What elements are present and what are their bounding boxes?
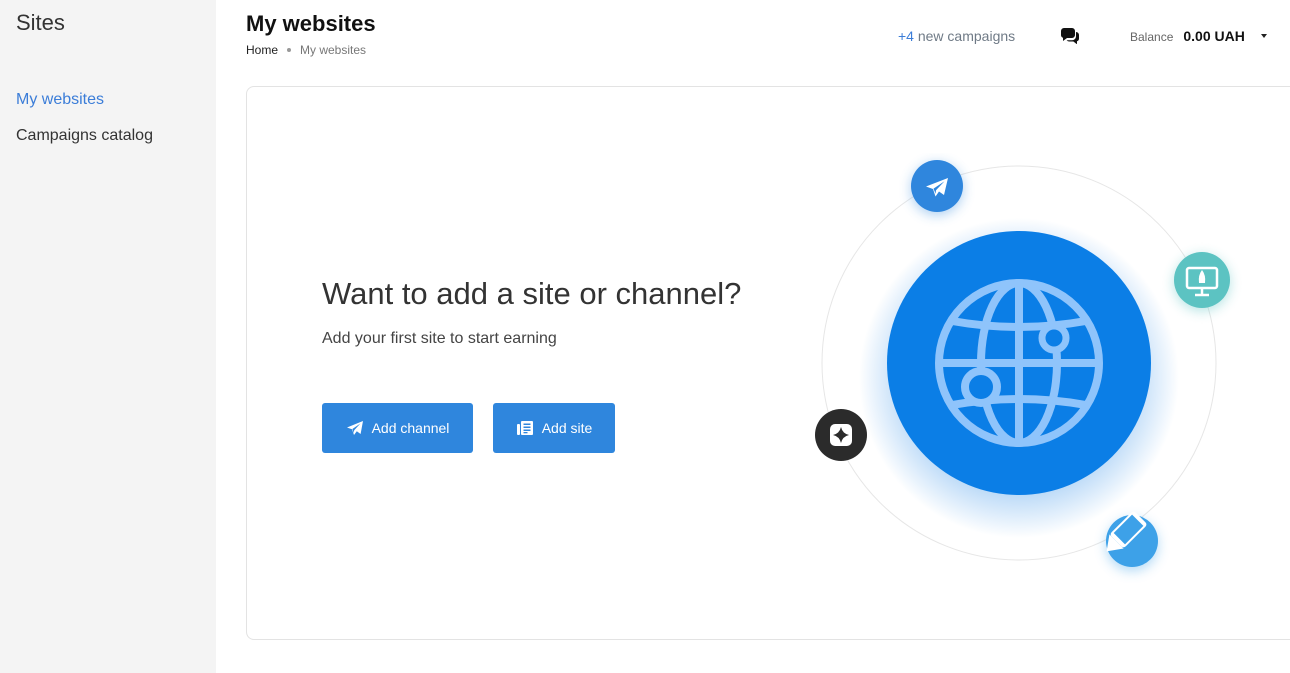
balance-value: 0.00 UAH <box>1183 28 1245 44</box>
balance-label: Balance <box>1130 30 1174 44</box>
empty-state-subheading: Add your first site to start earning <box>322 330 557 347</box>
add-channel-label: Add channel <box>371 420 450 436</box>
sidebar-nav: My websites Campaigns catalog <box>16 90 153 162</box>
sidebar-item-my-websites[interactable]: My websites <box>16 90 153 109</box>
pencil-icon <box>1106 511 1158 571</box>
add-site-label: Add site <box>541 420 593 436</box>
telegram-badge-icon <box>911 160 963 215</box>
new-campaigns-count: +4 <box>898 28 914 44</box>
add-channel-button[interactable]: Add channel <box>322 403 473 453</box>
page-title: My websites <box>246 11 376 36</box>
new-campaigns-link[interactable]: +4 new campaigns <box>898 28 1015 44</box>
new-campaigns-label: new campaigns <box>917 28 1016 44</box>
sparkle-icon <box>815 409 867 461</box>
breadcrumb-home-link[interactable]: Home <box>246 43 278 57</box>
breadcrumb-separator <box>287 48 292 52</box>
sidebar-title: Sites <box>16 10 65 35</box>
telegram-icon <box>346 421 363 435</box>
monitor-rocket-icon <box>1174 252 1230 311</box>
document-icon <box>516 421 533 435</box>
breadcrumb-current: My websites <box>300 43 367 57</box>
caret-down-icon <box>1260 34 1267 38</box>
empty-state-card: Want to add a site or channel? Add your … <box>246 86 1290 640</box>
sidebar: Sites My websites Campaigns catalog <box>0 0 216 673</box>
empty-state-heading: Want to add a site or channel? <box>322 276 742 311</box>
balance-dropdown[interactable]: Balance 0.00 UAH <box>1130 28 1267 44</box>
sidebar-item-campaigns-catalog[interactable]: Campaigns catalog <box>16 126 153 145</box>
add-site-button[interactable]: Add site <box>493 403 615 453</box>
globe-icon <box>887 231 1151 495</box>
breadcrumb: Home My websites <box>246 43 366 57</box>
chat-icon[interactable] <box>1060 26 1080 45</box>
globe-illustration <box>815 160 1230 571</box>
